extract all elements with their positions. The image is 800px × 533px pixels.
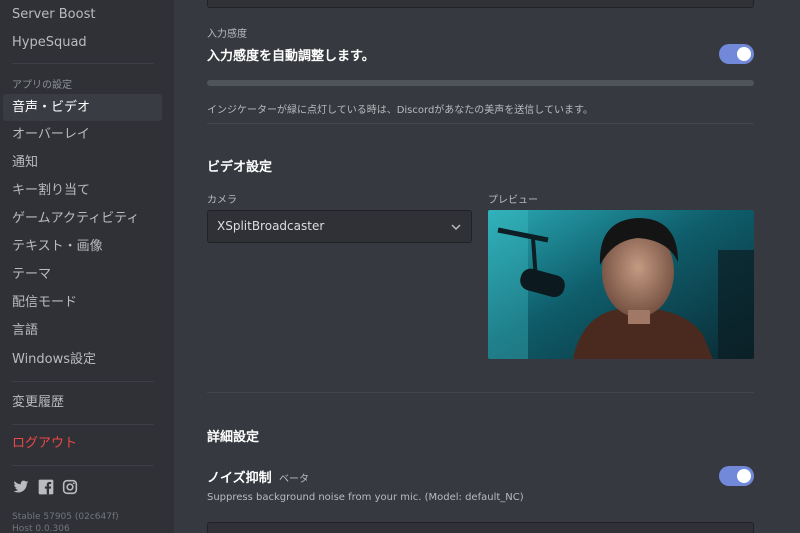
device-select-partial[interactable] xyxy=(207,0,754,8)
settings-content: 入力感度 入力感度を自動調整します。 インジケーターが緑に点灯している時は、Di… xyxy=(174,0,800,533)
auto-sensitivity-toggle[interactable] xyxy=(719,44,754,64)
sidebar-item-game-activity[interactable]: ゲームアクティビティ xyxy=(3,205,162,232)
sensitivity-description: インジケーターが緑に点灯している時は、Discordがあなたの美声を送信していま… xyxy=(207,105,593,116)
preview-label: プレビュー xyxy=(488,195,538,206)
logout-button[interactable]: ログアウト xyxy=(3,430,162,457)
version-text: Stable 57905 (02c647f) xyxy=(12,512,119,522)
camera-select[interactable]: XSplitBroadcaster xyxy=(207,210,472,243)
noise-suppression-description: Suppress background noise from your mic.… xyxy=(207,492,524,503)
twitter-icon[interactable] xyxy=(13,479,29,495)
sidebar-item-changelog[interactable]: 変更履歴 xyxy=(3,389,162,416)
video-settings-title: ビデオ設定 xyxy=(207,160,273,175)
sidebar-header-app-settings: アプリの設定 xyxy=(12,80,72,91)
camera-label: カメラ xyxy=(207,195,237,206)
auto-sensitivity-label: 入力感度を自動調整します。 xyxy=(207,49,375,64)
beta-badge: ベータ xyxy=(279,474,309,485)
toggle-knob xyxy=(737,469,751,483)
sidebar-divider xyxy=(12,63,154,64)
sidebar-divider xyxy=(12,465,154,466)
chevron-down-icon xyxy=(451,224,461,231)
host-version-text: Host 0.0.306 xyxy=(12,524,70,533)
facebook-icon[interactable] xyxy=(38,479,54,495)
sidebar-item-streamer-mode[interactable]: 配信モード xyxy=(3,289,162,316)
sidebar-item-text-images[interactable]: テキスト・画像 xyxy=(3,233,162,260)
sensitivity-meter xyxy=(207,80,754,86)
sidebar-item-overlay[interactable]: オーバーレイ xyxy=(3,121,162,148)
sidebar-divider xyxy=(12,424,154,425)
sidebar-item-language[interactable]: 言語 xyxy=(3,317,162,344)
instagram-icon[interactable] xyxy=(62,479,78,495)
sidebar-item-windows-settings[interactable]: Windows設定 xyxy=(3,346,162,373)
sidebar-item-hypesquad[interactable]: HypeSquad xyxy=(3,29,162,56)
sidebar-item-server-boost[interactable]: Server Boost xyxy=(3,1,162,28)
camera-preview xyxy=(488,210,754,359)
next-setting-partial[interactable] xyxy=(207,522,754,533)
toggle-knob xyxy=(737,47,751,61)
section-divider xyxy=(207,123,754,124)
settings-sidebar: Server Boost HypeSquad アプリの設定 音声・ビデオ オーバ… xyxy=(0,0,174,533)
sidebar-divider xyxy=(12,381,154,382)
advanced-settings-title: 詳細設定 xyxy=(207,430,260,445)
input-sensitivity-label: 入力感度 xyxy=(207,29,247,40)
section-divider xyxy=(207,392,754,393)
noise-suppression-label: ノイズ抑制 xyxy=(207,471,272,486)
camera-select-value: XSplitBroadcaster xyxy=(217,219,325,233)
noise-suppression-toggle[interactable] xyxy=(719,466,754,486)
sidebar-item-keybinds[interactable]: キー割り当て xyxy=(3,177,162,204)
sidebar-item-voice-video[interactable]: 音声・ビデオ xyxy=(3,94,162,121)
sidebar-item-notifications[interactable]: 通知 xyxy=(3,149,162,176)
sidebar-item-theme[interactable]: テーマ xyxy=(3,261,162,288)
